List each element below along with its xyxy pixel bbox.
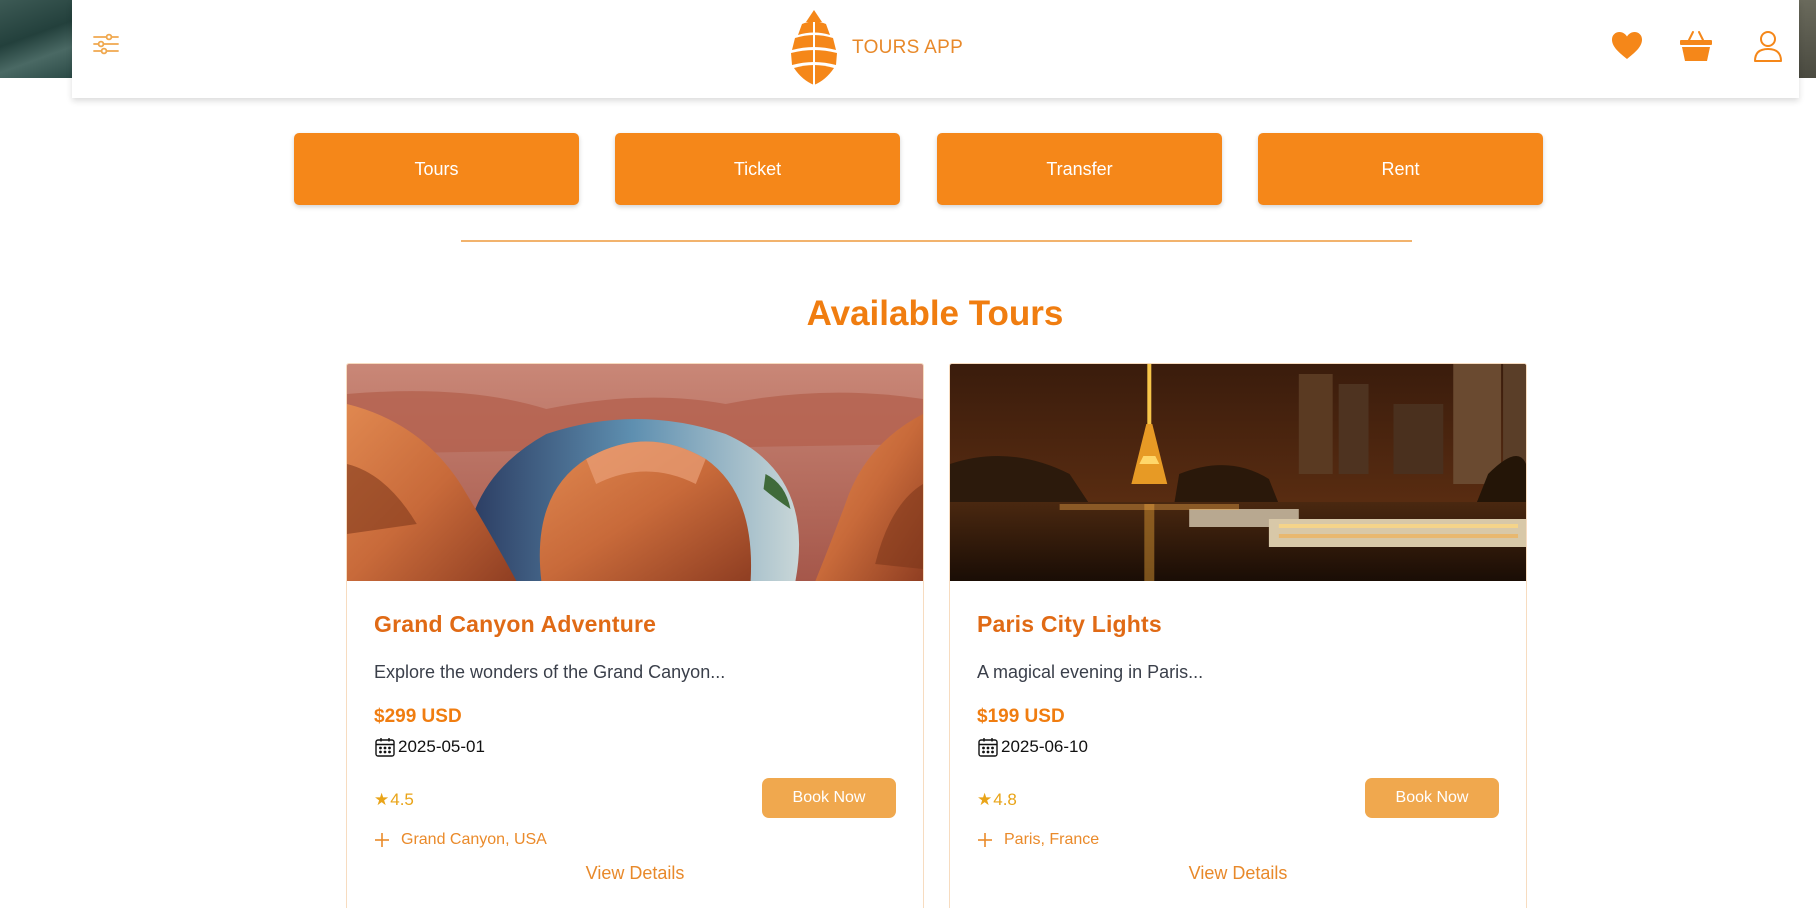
heart-icon	[1612, 32, 1642, 59]
category-ticket-button[interactable]: Ticket	[615, 133, 900, 205]
tour-image-grand-canyon[interactable]	[347, 364, 923, 581]
account-button[interactable]	[1750, 28, 1786, 64]
section-divider	[461, 240, 1412, 242]
brand-link[interactable]: TOURS APP	[782, 7, 963, 89]
category-transfer-button[interactable]: Transfer	[937, 133, 1222, 205]
calendar-icon	[375, 738, 395, 757]
tour-rating: ★ 4.5	[374, 790, 414, 810]
tour-card: Grand Canyon Adventure Explore the wonde…	[346, 363, 924, 908]
brand-name: TOURS APP	[852, 37, 964, 58]
tour-rating: ★ 4.8	[977, 790, 1017, 810]
favorites-button[interactable]	[1609, 28, 1645, 64]
star-icon: ★	[374, 790, 390, 809]
tour-date-row: 2025-06-10	[977, 736, 1088, 758]
filter-button[interactable]	[90, 28, 122, 60]
sliders-icon	[93, 33, 119, 55]
basket-icon	[1680, 31, 1712, 61]
tour-location: Paris, France	[977, 831, 1099, 849]
book-now-button[interactable]: Book Now	[762, 778, 896, 818]
tour-image-paris[interactable]	[950, 364, 1526, 581]
view-details-link[interactable]: View Details	[950, 863, 1526, 884]
category-rent-button[interactable]: Rent	[1258, 133, 1543, 205]
tour-description: Explore the wonders of the Grand Canyon.…	[374, 662, 726, 682]
view-details-link[interactable]: View Details	[347, 863, 923, 884]
tour-rating-value: 4.8	[993, 790, 1017, 809]
star-icon: ★	[977, 790, 993, 809]
book-now-button[interactable]: Book Now	[1365, 778, 1499, 818]
tour-rating-value: 4.5	[390, 790, 414, 809]
tour-date: 2025-05-01	[398, 737, 485, 756]
tour-date-row: 2025-05-01	[374, 736, 485, 758]
tour-title[interactable]: Grand Canyon Adventure	[374, 611, 656, 638]
tour-price: $199 USD	[977, 706, 1065, 727]
background-image-left	[0, 0, 72, 78]
tour-date: 2025-06-10	[1001, 737, 1088, 756]
calendar-icon	[978, 738, 998, 757]
cart-button[interactable]	[1678, 28, 1714, 64]
tour-title[interactable]: Paris City Lights	[977, 611, 1162, 638]
category-tours-button[interactable]: Tours	[294, 133, 579, 205]
pinecone-logo-icon	[791, 10, 837, 85]
section-title: Available Tours	[806, 294, 1064, 333]
user-icon	[1754, 31, 1782, 62]
tour-location: Grand Canyon, USA	[374, 831, 547, 849]
tour-price: $299 USD	[374, 706, 462, 727]
top-navbar: TOURS APP	[72, 0, 1799, 98]
tour-card: Paris City Lights A magical evening in P…	[949, 363, 1527, 908]
plus-icon	[978, 833, 992, 847]
tour-description: A magical evening in Paris...	[977, 662, 1204, 682]
background-image-right	[1796, 0, 1816, 78]
tour-location-text: Grand Canyon, USA	[401, 831, 547, 848]
plus-icon	[375, 833, 389, 847]
tour-location-text: Paris, France	[1004, 831, 1100, 848]
